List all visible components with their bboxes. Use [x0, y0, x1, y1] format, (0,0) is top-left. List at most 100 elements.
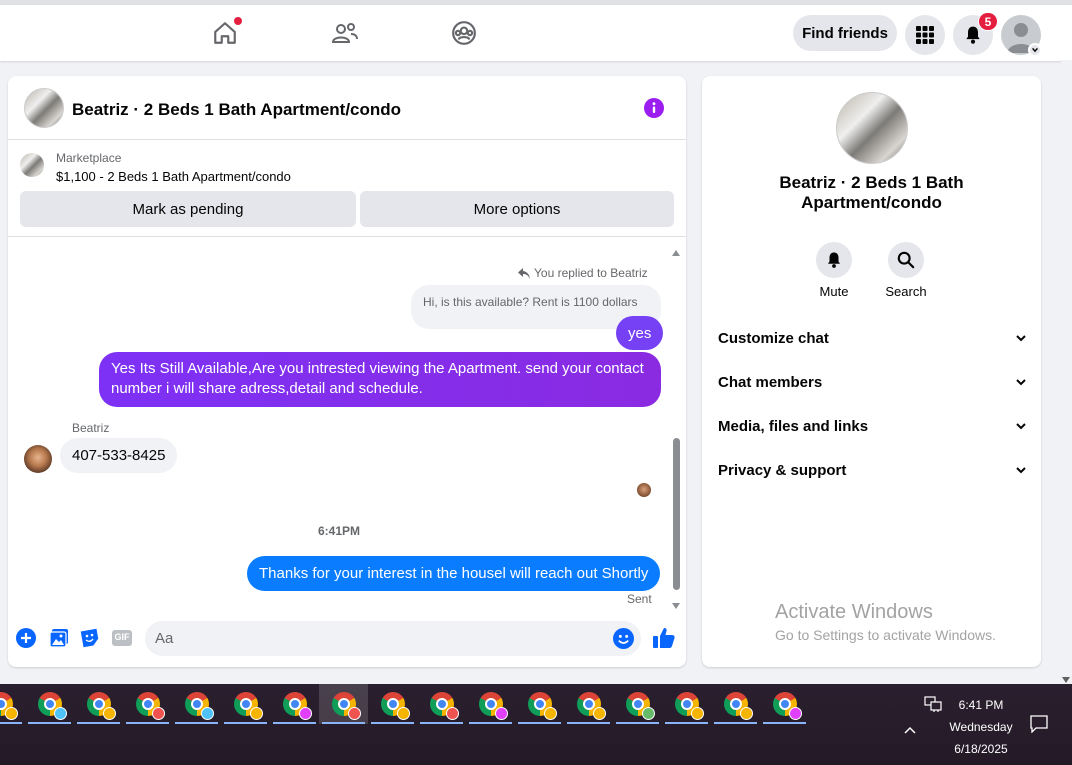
chat-members-row[interactable]: Chat members [718, 370, 1028, 394]
running-indicator [518, 722, 561, 724]
plus-circle-icon[interactable] [16, 628, 36, 648]
chrome-taskbar-button[interactable] [760, 684, 809, 724]
profile-badge-icon [4, 707, 18, 720]
action-center-icon[interactable] [1030, 715, 1048, 738]
conversation-info-panel: Beatriz · 2 Beds 1 Bath Apartment/condo … [702, 76, 1041, 667]
reply-arrow-icon [518, 267, 530, 279]
row-label: Chat members [718, 373, 823, 391]
media-files-links-row[interactable]: Media, files and links [718, 414, 1028, 438]
running-indicator [273, 722, 316, 724]
chevron-down-icon [1016, 335, 1026, 342]
message-bubble-received[interactable]: 407-533-8425 [60, 438, 178, 473]
messages-scrollbar[interactable] [673, 438, 680, 590]
chrome-taskbar-button[interactable] [74, 684, 123, 724]
marketplace-thumbnail[interactable] [20, 153, 44, 177]
chrome-taskbar-button[interactable] [25, 684, 74, 724]
mark-as-pending-button[interactable]: Mark as pending [20, 191, 356, 227]
gif-icon[interactable]: GIF [112, 628, 132, 648]
chrome-taskbar-button[interactable] [662, 684, 711, 724]
chrome-icon [380, 692, 410, 720]
menu-grid-icon[interactable] [905, 15, 945, 55]
running-indicator [126, 722, 169, 724]
search-icon [888, 242, 924, 278]
sender-name: Beatriz [72, 421, 110, 435]
emoji-icon[interactable] [613, 628, 634, 649]
page-scroll-down-arrow-icon[interactable] [1062, 670, 1070, 683]
chevron-up-icon[interactable] [904, 721, 916, 739]
profile-badge-icon [151, 707, 165, 720]
home-icon[interactable] [211, 17, 242, 47]
chat-header: Beatriz · 2 Beds 1 Bath Apartment/condo [8, 76, 686, 140]
search-label: Search [885, 284, 927, 299]
running-indicator [469, 722, 512, 724]
thumbs-up-icon[interactable] [652, 626, 676, 650]
chrome-icon [135, 692, 165, 720]
customize-chat-row[interactable]: Customize chat [718, 326, 1028, 350]
listing-summary[interactable]: $1,100 - 2 Beds 1 Bath Apartment/condo [56, 169, 291, 184]
chrome-taskbar-button[interactable] [515, 684, 564, 724]
chrome-taskbar-button[interactable] [319, 684, 368, 724]
chat-title[interactable]: Beatriz · 2 Beds 1 Bath Apartment/condo [72, 100, 401, 120]
privacy-support-row[interactable]: Privacy & support [718, 458, 1028, 482]
search-button[interactable]: Search [876, 242, 936, 299]
scroll-down-arrow-icon[interactable] [672, 596, 680, 609]
scroll-up-arrow-icon[interactable] [672, 243, 680, 256]
chevron-down-icon [1016, 379, 1026, 386]
running-indicator [763, 722, 806, 724]
running-indicator [616, 722, 659, 724]
listing-avatar[interactable] [24, 88, 64, 128]
chrome-taskbar-button[interactable] [613, 684, 662, 724]
message-bubble-sent[interactable]: Yes Its Still Available,Are you intreste… [99, 352, 661, 407]
profile-badge-icon [592, 707, 606, 720]
chrome-icon [723, 692, 753, 720]
message-bubble-sent[interactable]: Thanks for your interest in the housel w… [247, 556, 661, 591]
info-icon[interactable] [644, 98, 664, 118]
conversation-name: Beatriz · 2 Beds 1 Bath Apartment/condo [779, 173, 964, 212]
chrome-taskbar-button[interactable] [564, 684, 613, 724]
notification-count-badge: 5 [978, 12, 998, 31]
groups-icon[interactable] [450, 19, 478, 47]
chrome-taskbar-button[interactable] [417, 684, 466, 724]
network-icon[interactable] [924, 696, 942, 717]
photo-icon[interactable] [49, 628, 69, 648]
running-indicator [371, 722, 414, 724]
chrome-icon [429, 692, 459, 720]
chrome-taskbar-button[interactable] [368, 684, 417, 724]
mute-button[interactable]: Mute [804, 242, 864, 299]
sticker-icon[interactable] [80, 628, 100, 648]
chat-panel: Beatriz · 2 Beds 1 Bath Apartment/condo … [8, 76, 686, 667]
more-options-button[interactable]: More options [360, 191, 674, 227]
message-composer [145, 621, 641, 656]
beatriz-avatar[interactable] [24, 445, 52, 473]
read-receipt-avatar [637, 483, 651, 497]
chrome-taskbar-button[interactable] [172, 684, 221, 724]
profile-badge-icon [494, 707, 508, 720]
chrome-taskbar-button[interactable] [221, 684, 270, 724]
chrome-taskbar-button[interactable] [270, 684, 319, 724]
profile-badge-icon [53, 707, 67, 720]
chrome-taskbar-button[interactable] [466, 684, 515, 724]
chrome-taskbar-button[interactable] [123, 684, 172, 724]
watermark-subtitle: Go to Settings to activate Windows. [775, 627, 996, 643]
message-input[interactable] [155, 621, 595, 656]
chevron-down-icon[interactable] [1028, 43, 1042, 57]
row-label: Privacy & support [718, 461, 847, 479]
profile-badge-icon [445, 707, 459, 720]
chrome-icon [625, 692, 655, 720]
running-indicator [322, 722, 365, 724]
friends-icon[interactable] [331, 19, 359, 47]
message-bubble-sent[interactable]: yes [616, 316, 664, 350]
chrome-taskbar-button[interactable] [0, 684, 25, 724]
running-indicator [0, 722, 22, 724]
profile-badge-icon [102, 707, 116, 720]
chrome-taskbar-button[interactable] [711, 684, 760, 724]
find-friends-button[interactable]: Find friends [793, 15, 897, 51]
profile-badge-icon [396, 707, 410, 720]
running-indicator [28, 722, 71, 724]
taskbar-clock[interactable]: 6:41 PM Wednesday 6/18/2025 [948, 694, 1014, 760]
page-scrollbar[interactable] [1061, 60, 1072, 684]
chrome-icon [282, 692, 312, 720]
chrome-icon [772, 692, 802, 720]
listing-large-avatar[interactable] [836, 92, 908, 164]
mute-label: Mute [819, 284, 849, 299]
